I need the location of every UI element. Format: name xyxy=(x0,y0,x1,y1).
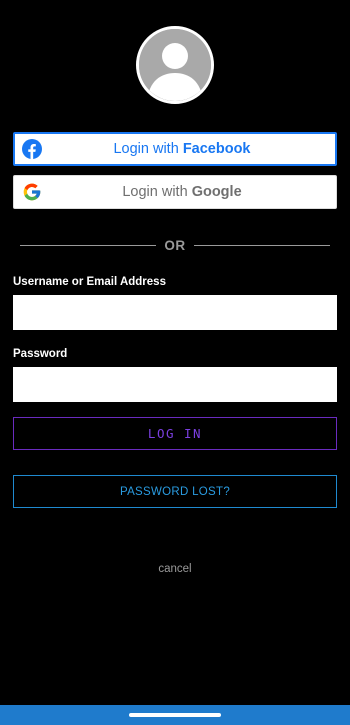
password-label: Password xyxy=(13,348,68,360)
facebook-button-label: Login with Facebook xyxy=(113,141,251,157)
avatar xyxy=(136,26,214,104)
or-divider: OR xyxy=(20,236,330,254)
login-with-facebook-button[interactable]: Login with Facebook xyxy=(13,132,337,166)
password-lost-button[interactable]: PASSWORD LOST? xyxy=(13,475,337,508)
system-navigation-bar xyxy=(0,705,350,725)
username-input[interactable] xyxy=(13,295,337,330)
username-label: Username or Email Address xyxy=(13,276,166,288)
log-in-label: LOG IN xyxy=(147,426,203,441)
home-indicator[interactable] xyxy=(129,713,221,717)
user-silhouette-icon xyxy=(139,29,211,101)
cancel-link[interactable]: cancel xyxy=(0,563,350,575)
or-label: OR xyxy=(164,237,186,253)
google-icon xyxy=(23,183,41,201)
password-lost-label: PASSWORD LOST? xyxy=(119,485,231,498)
log-in-button[interactable]: LOG IN xyxy=(13,417,337,450)
password-input[interactable] xyxy=(13,367,337,402)
google-button-label: Login with Google xyxy=(122,184,242,200)
facebook-icon xyxy=(22,139,42,159)
login-with-google-button[interactable]: Login with Google xyxy=(13,175,337,209)
divider-line-right xyxy=(193,244,330,246)
divider-line-left xyxy=(20,244,157,246)
